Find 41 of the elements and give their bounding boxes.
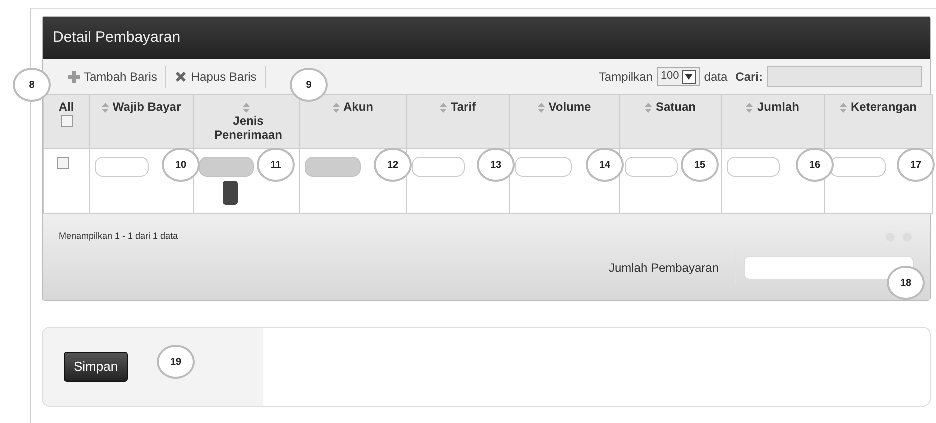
input-field[interactable] — [727, 157, 780, 178]
delete-row-button[interactable]: Hapus Baris — [166, 66, 266, 88]
total-field[interactable] — [744, 256, 914, 280]
total-label: Jumlah Pembayaran — [608, 260, 719, 277]
plus-icon — [67, 70, 81, 84]
save-button[interactable]: Simpan — [64, 352, 128, 382]
length-suffix: data — [704, 68, 728, 86]
input-field[interactable] — [625, 157, 678, 178]
input-field[interactable] — [830, 157, 886, 178]
column-header[interactable]: Akun — [344, 101, 374, 115]
sort-icon — [538, 103, 545, 114]
sort-icon — [644, 103, 652, 114]
input-field[interactable] — [412, 157, 466, 178]
column-header[interactable]: Tarif — [450, 101, 476, 115]
sort-icon — [332, 103, 340, 114]
input-field[interactable] — [95, 157, 149, 178]
add-row-button[interactable]: Tambah Baris — [59, 66, 166, 88]
caret-icon — [685, 74, 694, 80]
lookup-button[interactable] — [223, 181, 238, 206]
select-all-label: All — [58, 101, 76, 115]
column-header[interactable]: Satuan — [656, 101, 696, 115]
row-checkbox[interactable] — [57, 157, 69, 170]
sort-icon — [440, 103, 447, 114]
column-header[interactable]: Wajib Bayar — [112, 101, 182, 115]
search-field[interactable] — [767, 66, 922, 87]
panel-title: Detail Pembayaran — [43, 17, 930, 59]
cross-icon — [174, 70, 188, 84]
callout-marker: 8 — [13, 68, 51, 102]
search-label: Cari: — [736, 68, 763, 86]
sort-icon — [243, 103, 250, 114]
pagination-info: Menampilkan 1 - 1 dari 1 data — [59, 230, 178, 244]
page-length-select[interactable]: 100 — [656, 67, 700, 86]
sort-icon — [102, 103, 109, 114]
sort-icon — [746, 103, 754, 114]
sort-icon — [840, 103, 847, 114]
input-field[interactable] — [515, 157, 572, 178]
length-label: Tampilkan — [598, 68, 653, 86]
column-header[interactable]: Keterangan — [850, 101, 918, 115]
select-all-checkbox[interactable] — [60, 114, 72, 127]
column-header[interactable]: Volume — [548, 101, 592, 115]
column-header[interactable]: Jumlah — [757, 101, 800, 115]
